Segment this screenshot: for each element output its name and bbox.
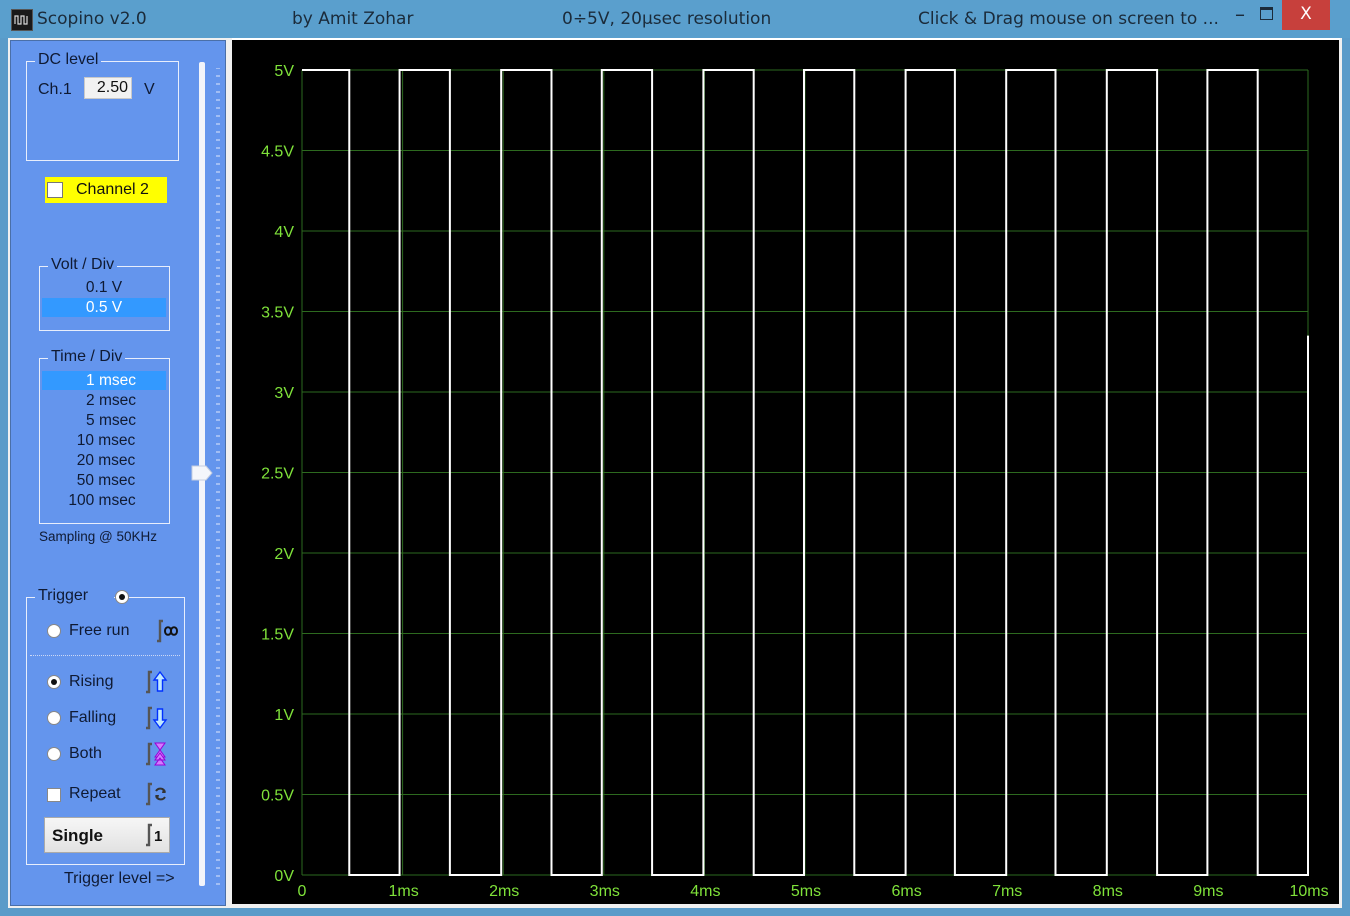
minimize-button[interactable]: – [1228,0,1252,30]
title-bar: Scopino v2.0 by Amit Zohar 0÷5V, 20µsec … [0,0,1350,38]
free-run-radio[interactable] [47,624,61,638]
y-tick-label: 4V [274,224,294,241]
dc-level-input[interactable]: 2.50 [84,77,132,99]
oscilloscope-icon [11,9,33,31]
repeat-label: Repeat [69,785,121,802]
time-div-option[interactable]: 100 msec [42,491,162,510]
dc-level-group: DC level [26,51,179,161]
x-tick-label: 4ms [690,883,720,900]
time-div-option[interactable]: 5 msec [42,411,166,430]
time-div-option[interactable]: 2 msec [42,391,166,410]
author-text: by Amit Zohar [292,9,414,29]
y-tick-label: 4.5V [261,144,294,161]
both-label: Both [69,745,102,762]
hint-text: Click & Drag mouse on screen to ... [918,9,1219,29]
y-tick-label: 3.5V [261,305,294,322]
single-icon-text: 1 [154,828,162,845]
volt-div-option[interactable]: 0.1 V [42,278,166,297]
rising-edge-arrow-up-icon [146,670,168,694]
both-edges-arrows-icon [146,742,166,766]
falling-edge-arrow-down-icon [146,706,168,730]
trigger-enable-radio[interactable] [115,590,129,604]
x-tick-label: 6ms [891,883,921,900]
single-button-label: Single [52,826,104,845]
app-title: Scopino v2.0 [37,9,147,29]
waveform-chart[interactable]: 0V 0.5V 1V 1.5V 2V 2.5V 3V 3.5V 4V 4.5V 5V 0 1ms 2ms… [232,40,1339,904]
volt-div-option-selected[interactable]: 0.5 V [42,298,166,317]
maximize-icon [1259,7,1273,20]
minimize-icon: – [1235,2,1245,26]
y-tick-label: 2.5V [261,466,294,483]
single-trigger-button[interactable]: Single 1 [44,817,170,853]
x-tick-label: 7ms [992,883,1022,900]
trigger-level-label: Trigger level => [64,870,175,887]
channel2-check-box[interactable] [47,182,63,198]
time-div-option[interactable]: 20 msec [42,451,166,470]
free-run-infinity-icon [157,619,179,643]
channel2-label: Channel 2 [76,181,149,198]
time-div-legend: Time / Div [48,348,126,366]
channel2-checkbox[interactable]: Channel 2 [45,177,167,203]
sampling-rate-label: Sampling @ 50KHz [39,529,158,544]
trigger-divider [30,655,180,656]
rising-radio[interactable] [47,675,61,689]
scope-display[interactable]: 0V 0.5V 1V 1.5V 2V 2.5V 3V 3.5V 4V 4.5V 5V 0 1ms 2ms… [232,40,1339,904]
x-tick-label: 3ms [590,883,620,900]
single-shot-icon: 1 [146,823,162,847]
x-tick-label: 5ms [791,883,821,900]
x-tick-label: 9ms [1193,883,1223,900]
y-tick-label: 0V [274,868,294,885]
repeat-checkbox[interactable] [47,788,61,802]
trigger-level-slider-thumb[interactable] [191,465,213,481]
y-tick-label: 3V [274,385,294,402]
x-tick-label: 2ms [489,883,519,900]
volt-div-legend: Volt / Div [48,256,118,274]
dc-unit-label: V [144,81,155,98]
y-tick-label: 1.5V [261,627,294,644]
maximize-button[interactable] [1254,0,1278,30]
slider-tick-marks [216,68,220,885]
x-axis-labels: 0 1ms 2ms 3ms 4ms 5ms 6ms 7ms 8ms 9ms 10ms [298,883,1329,900]
trigger-legend: Trigger [35,587,115,605]
y-tick-label: 5V [274,63,294,80]
close-icon: X [1300,4,1312,24]
ch1-label: Ch.1 [38,81,72,98]
falling-radio[interactable] [47,711,61,725]
time-div-option[interactable]: 50 msec [42,471,166,490]
time-div-option[interactable]: 10 msec [42,431,166,450]
range-info-text: 0÷5V, 20µsec resolution [562,9,772,29]
x-tick-label: 0 [298,883,307,900]
y-tick-label: 0.5V [261,788,294,805]
rising-label: Rising [69,673,114,690]
time-div-option-selected[interactable]: 1 msec [42,371,166,390]
y-tick-label: 2V [274,546,294,563]
x-tick-label: 8ms [1093,883,1123,900]
falling-label: Falling [69,709,117,726]
y-axis-labels: 0V 0.5V 1V 1.5V 2V 2.5V 3V 3.5V 4V 4.5V 5V [261,63,294,885]
x-tick-label: 1ms [388,883,418,900]
both-radio[interactable] [47,747,61,761]
dc-level-legend: DC level [35,51,102,69]
close-button[interactable]: X [1282,0,1330,30]
free-run-label: Free run [69,622,130,639]
y-tick-label: 1V [274,707,294,724]
repeat-cycle-icon [146,782,166,806]
x-tick-label: 10ms [1289,883,1328,900]
